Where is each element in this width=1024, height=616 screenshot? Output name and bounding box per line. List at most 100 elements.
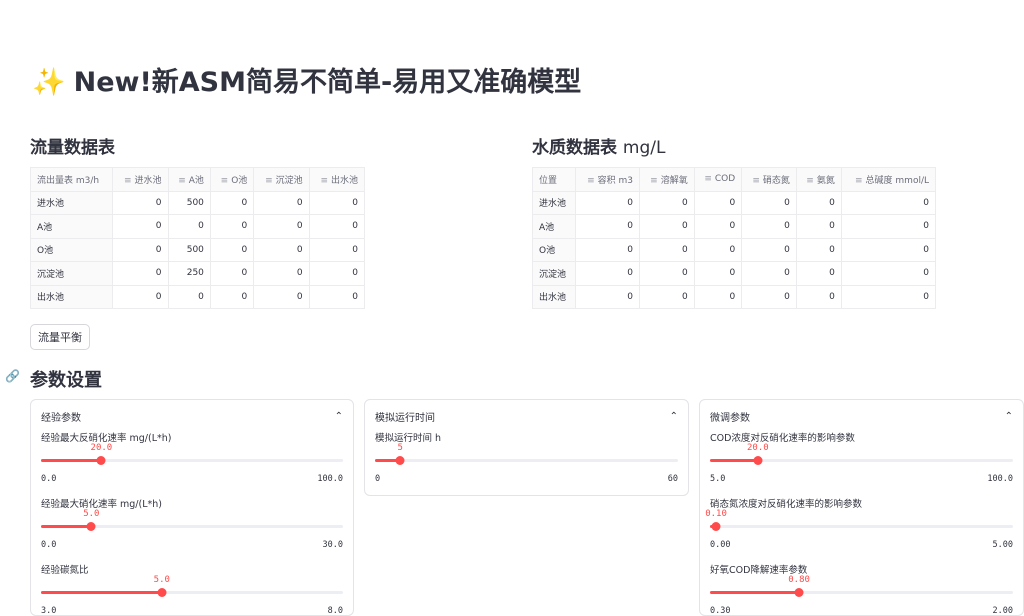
slider-track[interactable] (710, 525, 1013, 528)
table-cell[interactable]: 0 (840, 190, 937, 215)
table-cell[interactable]: 0 (795, 237, 842, 262)
slider-thumb[interactable] (794, 588, 804, 597)
column-header[interactable]: ≡ 出水池 (308, 167, 366, 192)
row-label-cell[interactable]: A池 (531, 214, 577, 239)
table-cell[interactable]: 0 (575, 214, 641, 239)
table-cell[interactable]: 0 (209, 284, 255, 309)
table-cell[interactable]: 0 (741, 261, 797, 286)
table-cell[interactable]: 0 (167, 214, 211, 239)
table-cell[interactable]: 0 (112, 237, 169, 262)
table-cell[interactable]: 0 (795, 214, 842, 239)
table-cell[interactable]: 0 (253, 261, 310, 286)
table-cell[interactable]: 0 (840, 214, 937, 239)
slider-thumb[interactable] (395, 456, 405, 465)
row-label-cell[interactable]: 出水池 (531, 284, 577, 309)
table-cell[interactable]: 0 (308, 190, 366, 215)
table-cell[interactable]: 0 (840, 284, 937, 309)
table-cell[interactable]: 0 (253, 190, 310, 215)
row-label-cell[interactable]: A池 (29, 214, 114, 239)
table-cell[interactable]: 0 (693, 284, 743, 309)
table-cell[interactable]: 0 (693, 190, 743, 215)
chevron-up-icon[interactable]: ⌃ (1005, 411, 1013, 422)
table-cell[interactable]: 0 (693, 261, 743, 286)
table-cell[interactable]: 0 (308, 284, 366, 309)
table-cell[interactable]: 0 (575, 190, 641, 215)
table-cell[interactable]: 0 (741, 214, 797, 239)
table-cell[interactable]: 0 (209, 261, 255, 286)
table-cell[interactable]: 0 (639, 284, 695, 309)
panel-header[interactable]: 微调参数 ⌃ (710, 408, 1013, 424)
table-cell[interactable]: 0 (741, 237, 797, 262)
row-label-cell[interactable]: 进水池 (531, 190, 577, 215)
quality-data-table[interactable]: 位置 ≡ 容积 m3 ≡ 溶解氧 ≡ COD ≡ 硝态氮 ≡ 氨氮 ≡ 总碱度 mmol/L 进水池 0 0… (531, 167, 937, 309)
table-cell[interactable]: 0 (639, 214, 695, 239)
column-header[interactable]: ≡ 总碱度 mmol/L (840, 167, 937, 192)
table-cell[interactable]: 0 (308, 237, 366, 262)
table-cell[interactable]: 0 (795, 190, 842, 215)
row-label-cell[interactable]: O池 (29, 237, 114, 262)
column-header[interactable]: 位置 (531, 167, 577, 192)
table-cell[interactable]: 0 (795, 261, 842, 286)
table-cell[interactable]: 0 (639, 190, 695, 215)
table-cell[interactable]: 0 (112, 214, 169, 239)
chevron-up-icon[interactable]: ⌃ (335, 411, 343, 422)
table-cell[interactable]: 0 (167, 284, 211, 309)
table-cell[interactable]: 0 (308, 214, 366, 239)
table-cell[interactable]: 0 (253, 237, 310, 262)
slider-thumb[interactable] (711, 522, 721, 531)
column-header[interactable]: ≡ 氨氮 (795, 167, 842, 192)
slider-thumb[interactable] (96, 456, 106, 465)
table-cell[interactable]: 0 (112, 190, 169, 215)
table-cell[interactable]: 500 (167, 237, 211, 262)
column-header[interactable]: ≡ 进水池 (112, 167, 169, 192)
chevron-up-icon[interactable]: ⌃ (670, 411, 678, 422)
table-cell[interactable]: 0 (741, 284, 797, 309)
table-cell[interactable]: 0 (639, 237, 695, 262)
table-cell[interactable]: 0 (840, 261, 937, 286)
table-cell[interactable]: 250 (167, 261, 211, 286)
slider-track[interactable] (41, 591, 343, 594)
panel-header[interactable]: 模拟运行时间 ⌃ (375, 408, 678, 424)
table-cell[interactable]: 0 (209, 190, 255, 215)
slider-thumb[interactable] (157, 588, 167, 597)
table-cell[interactable]: 0 (209, 214, 255, 239)
row-label-cell[interactable]: 沉淀池 (531, 261, 577, 286)
table-cell[interactable]: 0 (253, 214, 310, 239)
column-header[interactable]: 流出量表 m3/h (29, 167, 114, 192)
table-cell[interactable]: 0 (308, 261, 366, 286)
column-header[interactable]: ≡ 溶解氧 (639, 167, 695, 192)
table-cell[interactable]: 0 (575, 284, 641, 309)
table-cell[interactable]: 0 (693, 237, 743, 262)
slider-thumb[interactable] (753, 456, 763, 465)
flow-data-table[interactable]: 流出量表 m3/h ≡ 进水池 ≡ A池 ≡ O池 ≡ 沉淀池 ≡ 出水池 进水池 0 500 0 0 0 A池… (29, 167, 366, 309)
table-cell[interactable]: 0 (840, 237, 937, 262)
row-label-cell[interactable]: 进水池 (29, 190, 114, 215)
column-header[interactable]: ≡ 硝态氮 (741, 167, 797, 192)
table-cell[interactable]: 0 (693, 214, 743, 239)
column-header[interactable]: ≡ A池 (167, 167, 211, 192)
panel-header[interactable]: 经验参数 ⌃ (41, 408, 343, 424)
table-cell[interactable]: 0 (741, 190, 797, 215)
column-header[interactable]: ≡ 沉淀池 (253, 167, 310, 192)
link-icon[interactable]: 🔗 (5, 369, 20, 383)
table-cell[interactable]: 0 (112, 261, 169, 286)
flow-balance-button[interactable]: 流量平衡 (30, 324, 90, 350)
table-cell[interactable]: 0 (575, 261, 641, 286)
slider-track[interactable] (375, 459, 678, 462)
table-cell[interactable]: 0 (253, 284, 310, 309)
table-cell[interactable]: 0 (795, 284, 842, 309)
table-cell[interactable]: 0 (112, 284, 169, 309)
slider-track[interactable] (710, 591, 1013, 594)
table-cell[interactable]: 500 (167, 190, 211, 215)
column-header[interactable]: ≡ COD (693, 167, 743, 192)
row-label-cell[interactable]: 沉淀池 (29, 261, 114, 286)
table-cell[interactable]: 0 (639, 261, 695, 286)
table-cell[interactable]: 0 (209, 237, 255, 262)
column-header[interactable]: ≡ O池 (209, 167, 255, 192)
row-label-cell[interactable]: O池 (531, 237, 577, 262)
slider-thumb[interactable] (86, 522, 96, 531)
row-label-cell[interactable]: 出水池 (29, 284, 114, 309)
column-header[interactable]: ≡ 容积 m3 (575, 167, 641, 192)
slider-track[interactable] (41, 459, 343, 462)
table-cell[interactable]: 0 (575, 237, 641, 262)
